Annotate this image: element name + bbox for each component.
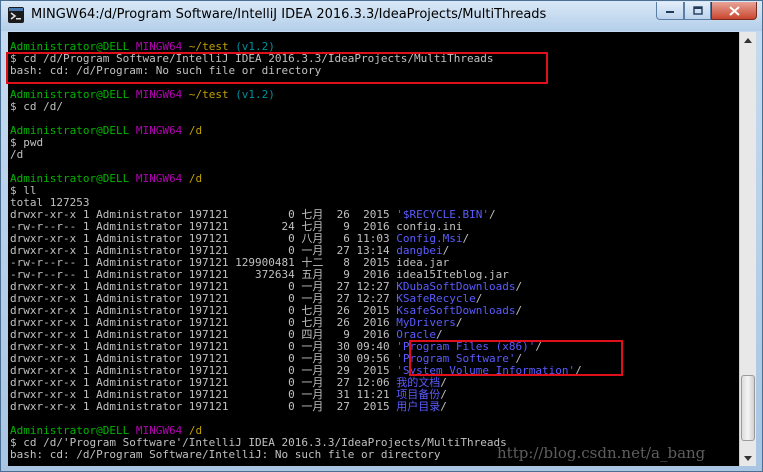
window-title: MINGW64:/d/Program Software/IntelliJ IDE… [31,7,547,22]
terminal-line: drwxr-xr-x 1 Administrator 197121 0 一月 2… [10,401,582,413]
scrollbar-thumb[interactable] [741,375,755,441]
terminal-text-segment: /d [188,172,203,185]
terminal-text-segment: / [535,340,542,353]
close-button[interactable] [711,2,757,20]
terminal-text-segment: /d [10,148,24,161]
terminal-line: Administrator@DELL MINGW64 ~/test (v1.2) [10,89,582,101]
terminal-text-segment: / [515,280,523,293]
terminal-text-segment: / [462,232,470,245]
terminal-text-segment: MINGW64 [135,172,189,185]
terminal-line: /d [10,149,582,161]
terminal-line: bash: cd: /d/Program: No such file or di… [10,65,582,77]
scroll-up-button[interactable] [740,32,756,48]
terminal-line: bash: cd: /d/Program Software/IntelliJ: … [10,449,582,461]
terminal-text-segment: / [455,316,463,329]
terminal-text-segment: MINGW64 [135,124,189,137]
watermark-text: http://blog.csdn.net/a_bang [497,444,706,462]
terminal-line: $ ll [10,185,582,197]
terminal-lines: Administrator@DELL MINGW64 ~/test (v1.2)… [10,41,582,461]
minimize-button[interactable] [656,2,684,20]
maximize-button[interactable] [684,2,711,20]
terminal-output[interactable]: Administrator@DELL MINGW64 ~/test (v1.2)… [8,32,739,466]
terminal-text-segment: drwxr-xr-x 1 Administrator 197121 0 一月 2… [10,400,397,413]
terminal-window: MINGW64:/d/Program Software/IntelliJ IDE… [0,0,763,472]
chevron-down-icon [744,455,752,461]
terminal-line: $ cd /d/ [10,101,582,113]
terminal-text-segment: / [515,304,523,317]
chevron-up-icon [744,37,752,43]
terminal-line: $ pwd [10,137,582,149]
maximize-icon [692,6,703,15]
terminal-text-segment: / [440,400,447,413]
mingw-app-icon [8,7,24,23]
terminal-text-segment: / [488,208,496,221]
terminal-text-segment: bash: cd: /d/Program Software/IntelliJ: … [10,448,441,461]
terminal-text-segment: 用户目录 [396,400,441,413]
close-icon [728,5,740,16]
terminal-text-segment: bash: cd: /d/Program: No such file or di… [10,64,322,77]
terminal-line: Administrator@DELL MINGW64 /d [10,173,582,185]
terminal-text-segment: /d [188,124,203,137]
vertical-scrollbar[interactable] [739,32,756,466]
terminal-text-segment: (v1.2) [235,88,275,101]
title-bar[interactable]: MINGW64:/d/Program Software/IntelliJ IDE… [1,1,762,31]
scroll-down-button[interactable] [740,450,756,466]
terminal-text-segment: ~/test [188,88,236,101]
terminal-text-segment: $ cd /d/ [10,100,63,113]
minimize-icon [666,10,674,13]
terminal-line: Administrator@DELL MINGW64 /d [10,125,582,137]
terminal-text-segment: / [575,364,582,377]
terminal-text-segment: MINGW64 [135,88,189,101]
